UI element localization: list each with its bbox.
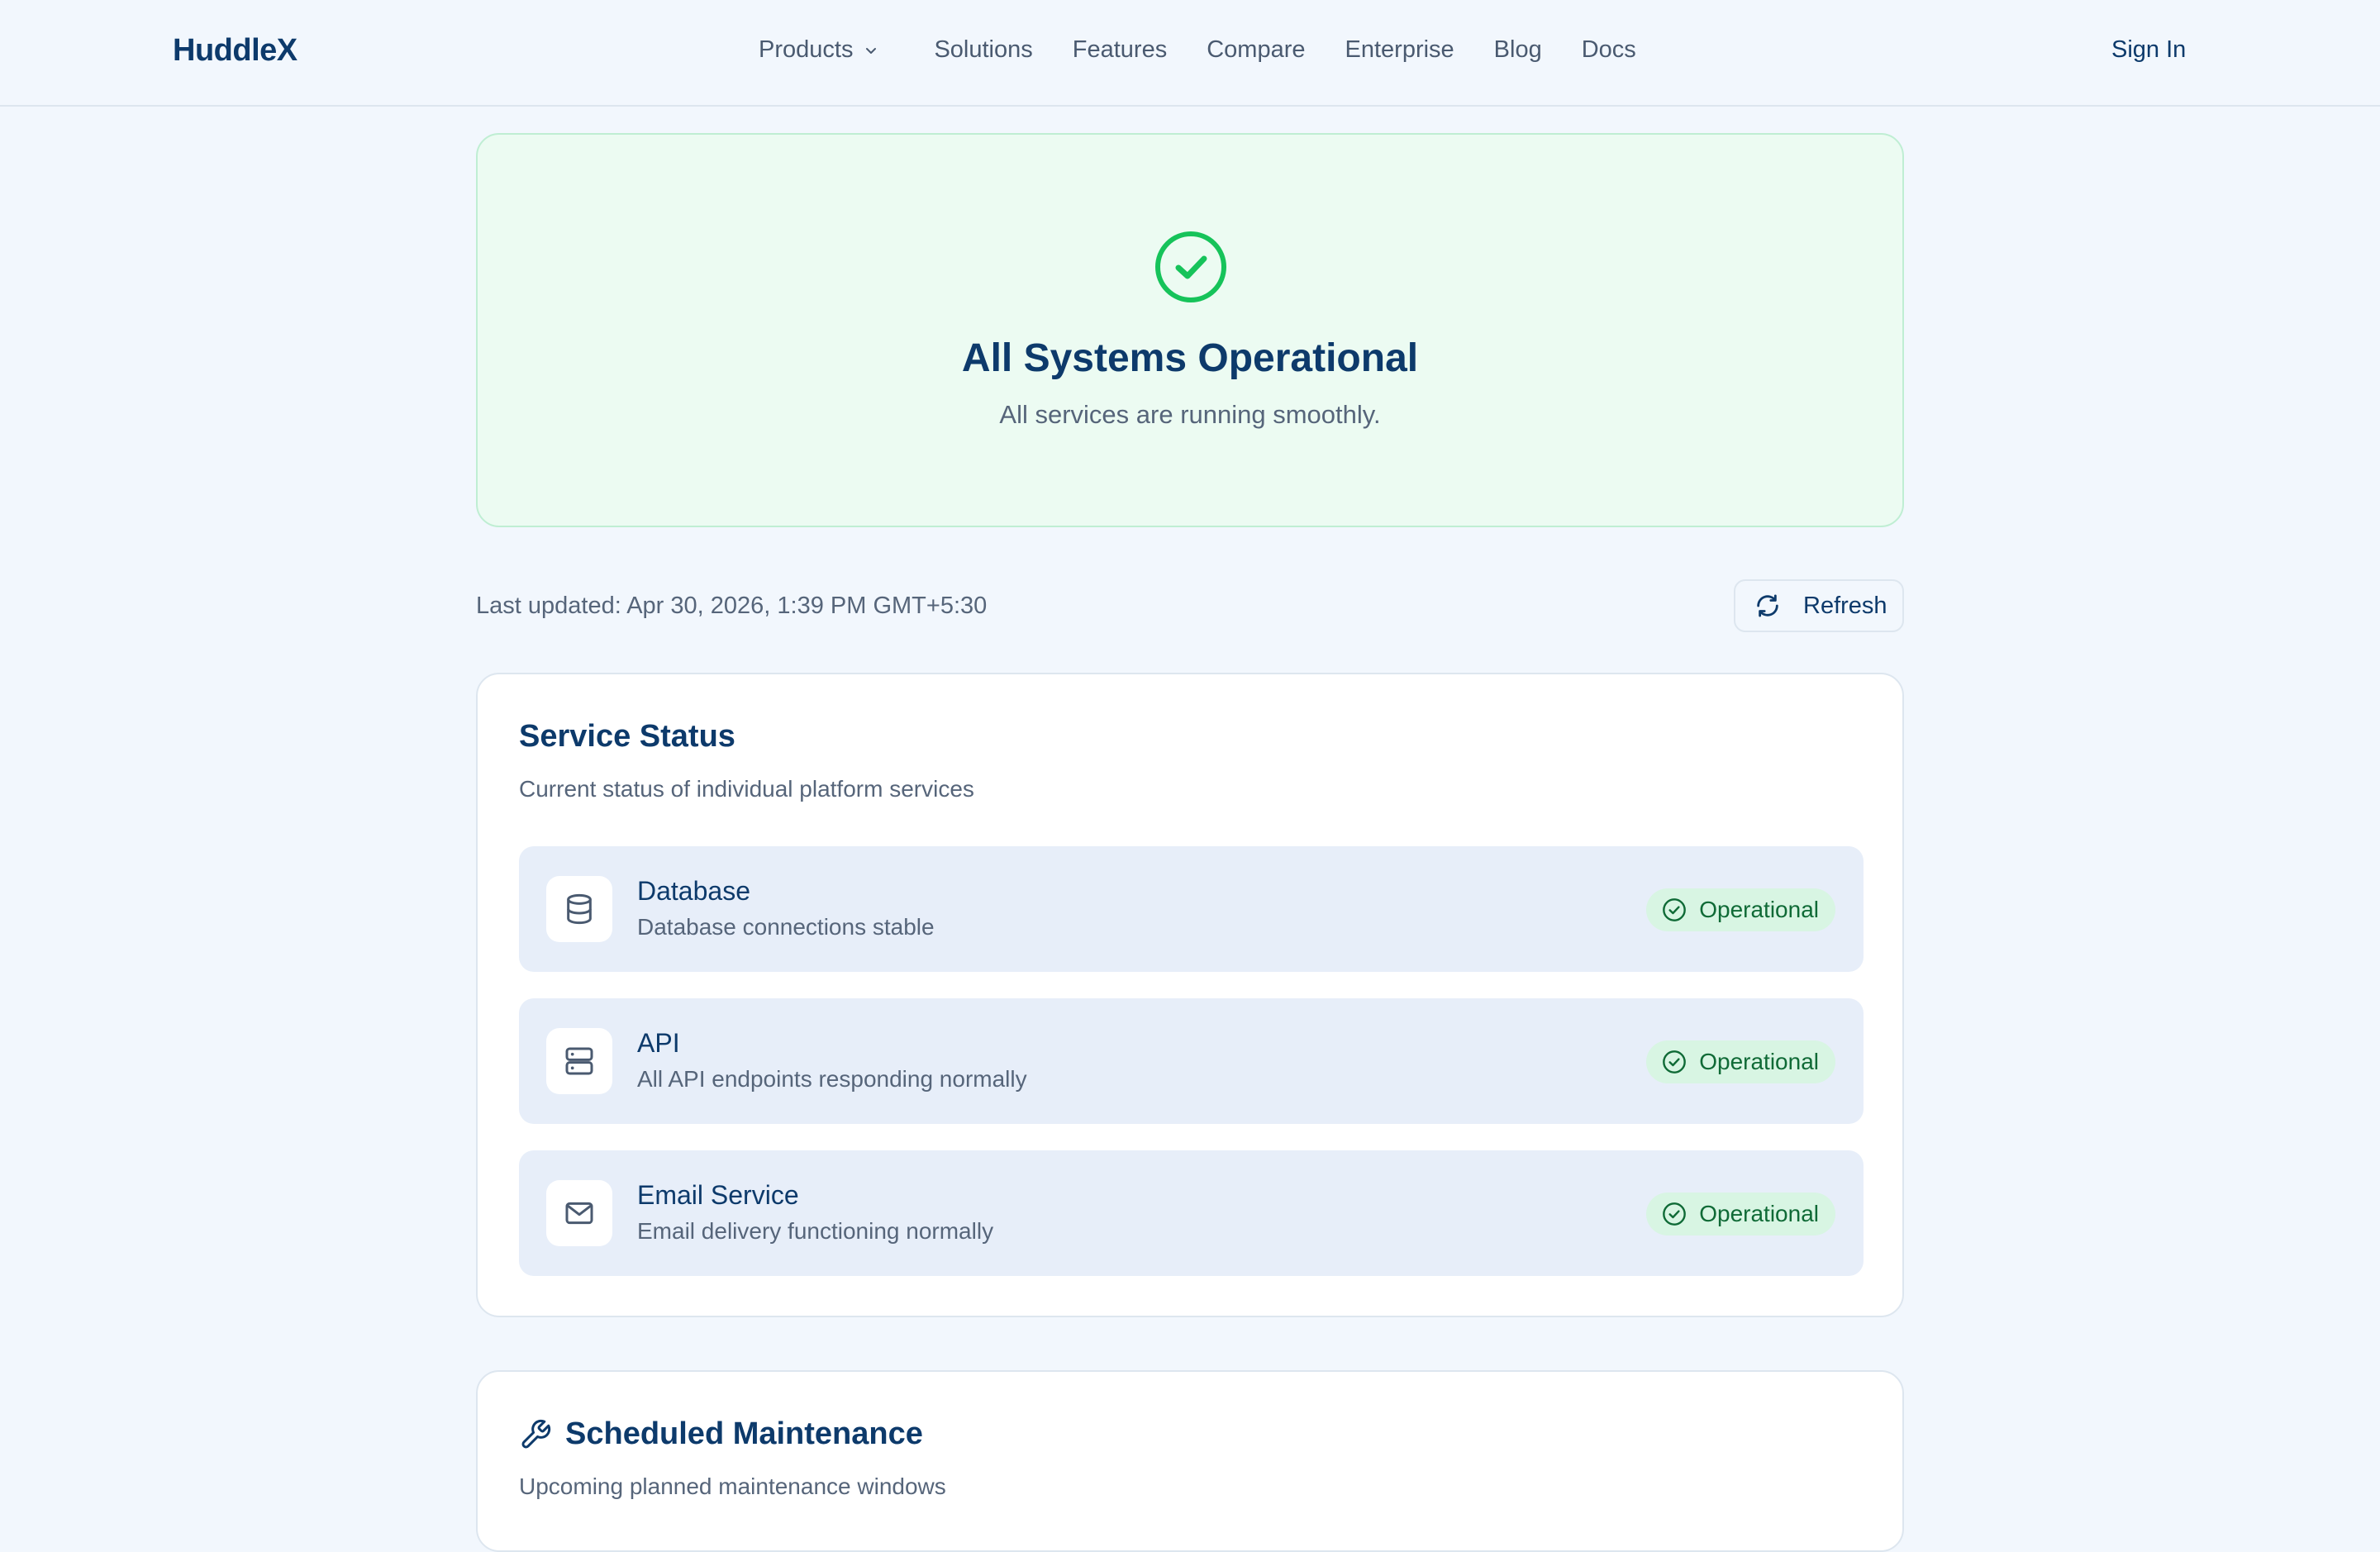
server-icon [565, 1047, 593, 1075]
status-badge-label: Operational [1699, 1201, 1819, 1226]
nav-item-solutions[interactable]: Solutions [934, 36, 1032, 64]
maintenance-description: Upcoming planned maintenance windows [519, 1473, 946, 1499]
status-title: All Systems Operational [961, 336, 1419, 380]
logo[interactable]: HuddleX [173, 33, 298, 69]
nav-item-label: Products [759, 36, 854, 63]
scheduled-maintenance-card: Scheduled Maintenance Upcoming planned m… [476, 1370, 1904, 1552]
chevron-down-icon [866, 47, 877, 54]
nav-item-enterprise[interactable]: Enterprise [1345, 36, 1454, 64]
nav-item-features[interactable]: Features [1073, 36, 1167, 64]
sign-in-link[interactable]: Sign In [2111, 36, 2186, 64]
status-badge: Operational [1646, 888, 1835, 931]
service-status-card: Service Status Current status of individ… [476, 673, 1904, 1317]
service-row-email: Email Service Email delivery functioning… [519, 1150, 1864, 1276]
service-icon-box [546, 1028, 612, 1094]
service-name: API [637, 1028, 680, 1058]
service-name: Database [637, 876, 750, 906]
status-badge-label: Operational [1699, 897, 1819, 922]
service-description: Email delivery functioning normally [637, 1218, 994, 1244]
mail-icon [565, 1202, 593, 1225]
check-circle-icon [1663, 1050, 1687, 1074]
last-updated-text: Last updated: Apr 30, 2026, 1:39 PM GMT+… [476, 593, 988, 619]
service-status-title: Service Status [519, 719, 735, 754]
maintenance-heading: Scheduled Maintenance [519, 1416, 923, 1452]
database-icon [567, 893, 592, 925]
status-subtitle: All services are running smoothly. [999, 400, 1381, 429]
status-badge: Operational [1646, 1193, 1835, 1235]
service-description: All API endpoints responding normally [637, 1066, 1027, 1092]
system-status-banner: All Systems Operational All services are… [476, 133, 1904, 527]
service-icon-box [546, 876, 612, 942]
service-name: Email Service [637, 1180, 799, 1210]
service-description: Database connections stable [637, 914, 935, 940]
main-nav: Products Solutions Features Compare Ente… [759, 36, 1636, 64]
refresh-button[interactable]: Refresh [1734, 579, 1904, 632]
refresh-button-label: Refresh [1803, 592, 1887, 619]
status-badge-label: Operational [1699, 1049, 1819, 1074]
top-navigation-bar: HuddleX Products Solutions Features Comp… [0, 0, 2380, 107]
service-icon-box [546, 1180, 612, 1246]
service-status-description: Current status of individual platform se… [519, 776, 974, 802]
check-circle-icon [1663, 1202, 1687, 1226]
nav-item-compare[interactable]: Compare [1207, 36, 1305, 64]
refresh-icon [1757, 594, 1778, 617]
nav-item-docs[interactable]: Docs [1582, 36, 1636, 64]
service-row-database: Database Database connections stable Ope… [519, 846, 1864, 972]
status-badge: Operational [1646, 1040, 1835, 1083]
nav-item-products[interactable]: Products [759, 36, 878, 64]
check-circle-icon [1155, 231, 1226, 302]
service-row-api: API All API endpoints responding normall… [519, 998, 1864, 1124]
check-circle-icon [1663, 898, 1687, 921]
nav-item-blog[interactable]: Blog [1494, 36, 1542, 64]
maintenance-title: Scheduled Maintenance [565, 1416, 923, 1451]
wrench-icon [521, 1419, 551, 1448]
